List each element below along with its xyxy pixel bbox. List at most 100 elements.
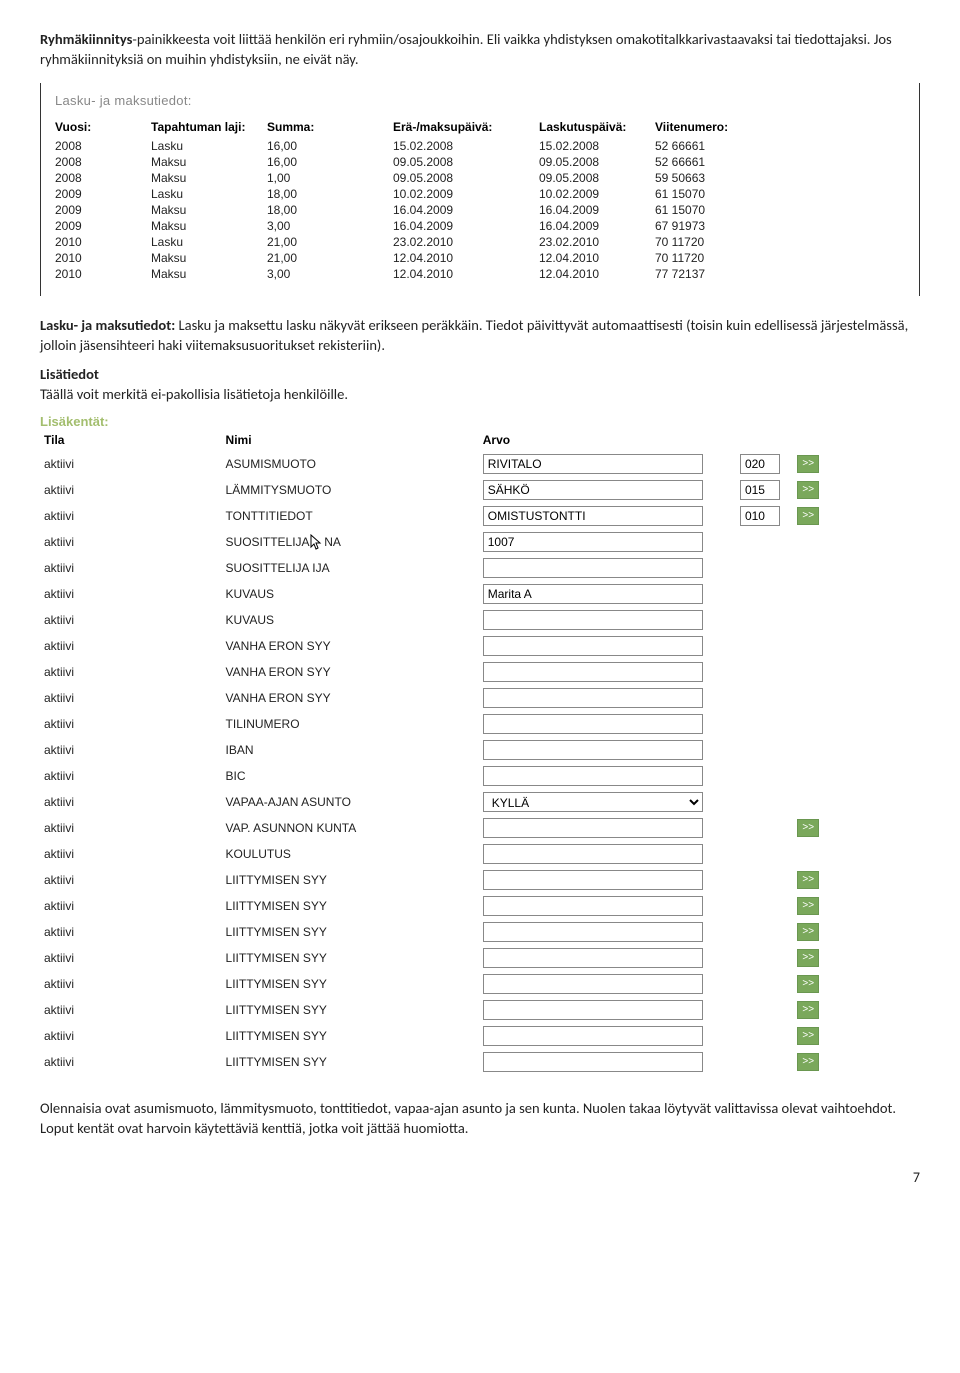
page-number: 7 <box>40 1169 920 1186</box>
payments-cell-laji: Maksu <box>151 218 267 234</box>
lisa-cell-tila: aktiivi <box>40 529 222 555</box>
lisa-cell-tila: aktiivi <box>40 1049 222 1075</box>
lisa-cell-nimi: VAP. ASUNNON KUNTA <box>222 815 479 841</box>
lisa-input-code[interactable] <box>740 480 780 500</box>
go-button[interactable]: >> <box>797 1027 819 1045</box>
table-row: 2008Lasku16,0015.02.200815.02.200852 666… <box>55 138 751 154</box>
lisa-cell-btn: >> <box>793 971 830 997</box>
lisa-input-arvo[interactable] <box>483 1052 703 1072</box>
lisa-cell-tila: aktiivi <box>40 581 222 607</box>
lisa-cell-nimi: LIITTYMISEN SYY <box>222 971 479 997</box>
payments-cell-summa: 16,00 <box>267 154 393 170</box>
lisa-cell-tila: aktiivi <box>40 971 222 997</box>
lisa-cell-arvo <box>479 1049 736 1075</box>
table-row: aktiiviLÄMMITYSMUOTO>> <box>40 477 830 503</box>
table-row: aktiiviIBAN <box>40 737 830 763</box>
table-row: 2009Maksu3,0016.04.200916.04.200967 9197… <box>55 218 751 234</box>
lisatiedot-heading: Lisätiedot <box>40 365 920 385</box>
lisa-input-arvo[interactable] <box>483 870 703 890</box>
payments-cell-laji: Lasku <box>151 186 267 202</box>
payments-cell-era: 23.02.2010 <box>393 234 539 250</box>
lisa-input-arvo[interactable] <box>483 714 703 734</box>
lisa-th-tila: Tila <box>40 429 222 451</box>
payments-th-era: Erä-/maksupäivä: <box>393 118 539 138</box>
table-row: aktiiviVAPAA-AJAN ASUNTOKYLLÄ <box>40 789 830 815</box>
go-button[interactable]: >> <box>797 481 819 499</box>
lisa-cell-arvo <box>479 997 736 1023</box>
go-button[interactable]: >> <box>797 975 819 993</box>
lisa-input-arvo[interactable] <box>483 896 703 916</box>
payments-cell-vuosi: 2008 <box>55 138 151 154</box>
payments-th-summa: Summa: <box>267 118 393 138</box>
lisa-input-arvo[interactable] <box>483 1026 703 1046</box>
table-row: aktiiviLIITTYMISEN SYY >> <box>40 971 830 997</box>
lisa-input-arvo[interactable] <box>483 688 703 708</box>
go-button[interactable]: >> <box>797 507 819 525</box>
table-row: aktiiviBIC <box>40 763 830 789</box>
lisa-input-arvo[interactable] <box>483 532 703 552</box>
lisa-cell-btn <box>793 763 830 789</box>
table-row: 2010Maksu21,0012.04.201012.04.201070 117… <box>55 250 751 266</box>
go-button[interactable]: >> <box>797 1001 819 1019</box>
lisa-input-arvo[interactable] <box>483 558 703 578</box>
lisa-cell-btn <box>793 555 830 581</box>
table-row: aktiiviVAP. ASUNNON KUNTA>> <box>40 815 830 841</box>
payments-cell-vuosi: 2010 <box>55 250 151 266</box>
lisa-input-arvo[interactable] <box>483 636 703 656</box>
lisa-cell-tila: aktiivi <box>40 737 222 763</box>
lisa-cell-code <box>736 685 793 711</box>
go-button[interactable]: >> <box>797 949 819 967</box>
go-button[interactable]: >> <box>797 455 819 473</box>
go-button[interactable]: >> <box>797 897 819 915</box>
lisa-cell-btn: >> <box>793 893 830 919</box>
payments-cell-vuosi: 2008 <box>55 170 151 186</box>
lisa-input-arvo[interactable] <box>483 740 703 760</box>
go-button[interactable]: >> <box>797 1053 819 1071</box>
payments-cell-era: 16.04.2009 <box>393 202 539 218</box>
lisa-cell-btn <box>793 685 830 711</box>
lisa-input-arvo[interactable] <box>483 974 703 994</box>
go-button[interactable]: >> <box>797 923 819 941</box>
lisa-select-arvo[interactable]: KYLLÄ <box>483 792 703 812</box>
payments-cell-lpv: 09.05.2008 <box>539 154 655 170</box>
lisa-cell-arvo <box>479 659 736 685</box>
lisa-input-arvo[interactable] <box>483 818 703 838</box>
lisa-cell-btn: >> <box>793 451 830 477</box>
lisa-input-arvo[interactable] <box>483 584 703 604</box>
lisa-cell-code <box>736 607 793 633</box>
go-button[interactable]: >> <box>797 819 819 837</box>
lisa-cell-btn: >> <box>793 867 830 893</box>
lisa-cell-tila: aktiivi <box>40 607 222 633</box>
payments-cell-vuosi: 2009 <box>55 202 151 218</box>
table-row: aktiiviKUVAUS <box>40 581 830 607</box>
payments-cell-summa: 16,00 <box>267 138 393 154</box>
lisa-input-arvo[interactable] <box>483 454 703 474</box>
lisa-input-code[interactable] <box>740 506 780 526</box>
lisa-cell-code <box>736 789 793 815</box>
lisa-cell-tila: aktiivi <box>40 997 222 1023</box>
table-row: aktiiviKUVAUS <box>40 607 830 633</box>
lisa-input-arvo[interactable] <box>483 948 703 968</box>
lisa-cell-arvo: KYLLÄ <box>479 789 736 815</box>
lisa-cell-tila: aktiivi <box>40 711 222 737</box>
lisa-cell-code <box>736 867 793 893</box>
lisa-input-arvo[interactable] <box>483 922 703 942</box>
payments-cell-vuosi: 2008 <box>55 154 151 170</box>
lisa-input-arvo[interactable] <box>483 506 703 526</box>
lisa-input-arvo[interactable] <box>483 844 703 864</box>
lisa-cell-nimi: LIITTYMISEN SYY <box>222 893 479 919</box>
lisa-input-arvo[interactable] <box>483 766 703 786</box>
lisa-cell-nimi: VANHA ERON SYY <box>222 633 479 659</box>
payments-panel: Lasku- ja maksutiedot: Vuosi: Tapahtuman… <box>40 83 920 296</box>
lisa-input-arvo[interactable] <box>483 662 703 682</box>
lisa-input-code[interactable] <box>740 454 780 474</box>
go-button[interactable]: >> <box>797 871 819 889</box>
lisa-cell-code <box>736 581 793 607</box>
lisa-th-arvo: Arvo <box>479 429 736 451</box>
lisa-input-arvo[interactable] <box>483 610 703 630</box>
lisa-input-arvo[interactable] <box>483 480 703 500</box>
lisa-input-arvo[interactable] <box>483 1000 703 1020</box>
lisa-cell-btn: >> <box>793 503 830 529</box>
table-row: aktiiviLIITTYMISEN SYY>> <box>40 945 830 971</box>
lisa-cell-code <box>736 893 793 919</box>
